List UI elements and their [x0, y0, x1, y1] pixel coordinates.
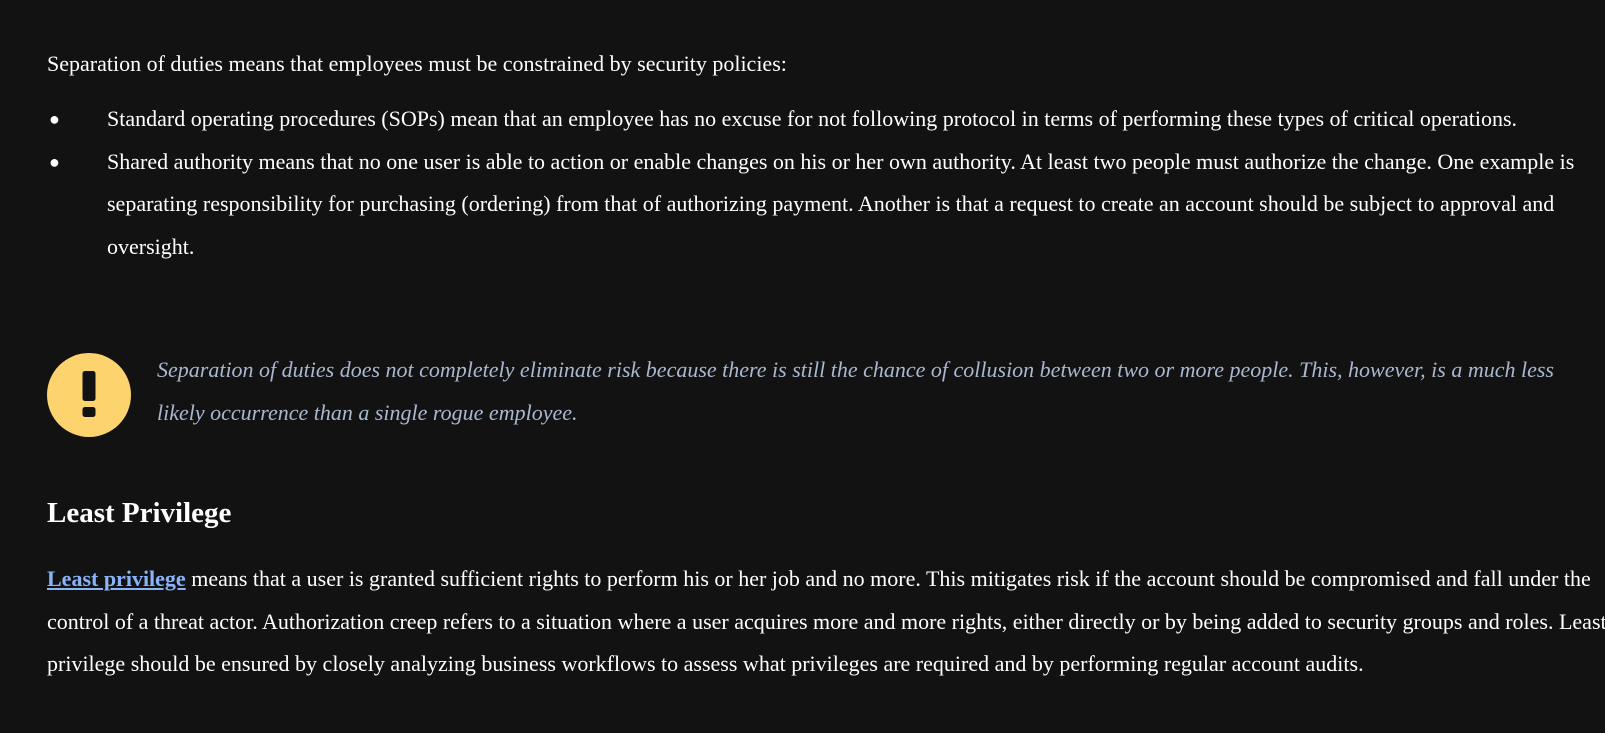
intro-paragraph: Separation of duties means that employee… — [47, 51, 787, 76]
list-item: ● Standard operating procedures (SOPs) m… — [47, 98, 1605, 141]
bullet-list: ● Standard operating procedures (SOPs) m… — [47, 98, 1605, 268]
paragraph-body: means that a user is granted sufficient … — [47, 566, 1605, 676]
list-item-text: Shared authority means that no one user … — [107, 148, 1575, 259]
bullet-icon: ● — [49, 109, 60, 129]
least-privilege-paragraph: Least privilege means that a user is gra… — [47, 558, 1605, 686]
section-heading: Least Privilege — [47, 497, 232, 529]
least-privilege-link[interactable]: Least privilege — [47, 566, 186, 591]
exclamation-icon — [47, 353, 131, 437]
list-item-text: Standard operating procedures (SOPs) mea… — [107, 106, 1518, 131]
note-callout: Separation of duties does not completely… — [47, 349, 1605, 439]
list-item: ● Shared authority means that no one use… — [47, 141, 1605, 269]
note-text: Separation of duties does not completely… — [157, 357, 1554, 425]
bullet-icon: ● — [49, 151, 60, 172]
